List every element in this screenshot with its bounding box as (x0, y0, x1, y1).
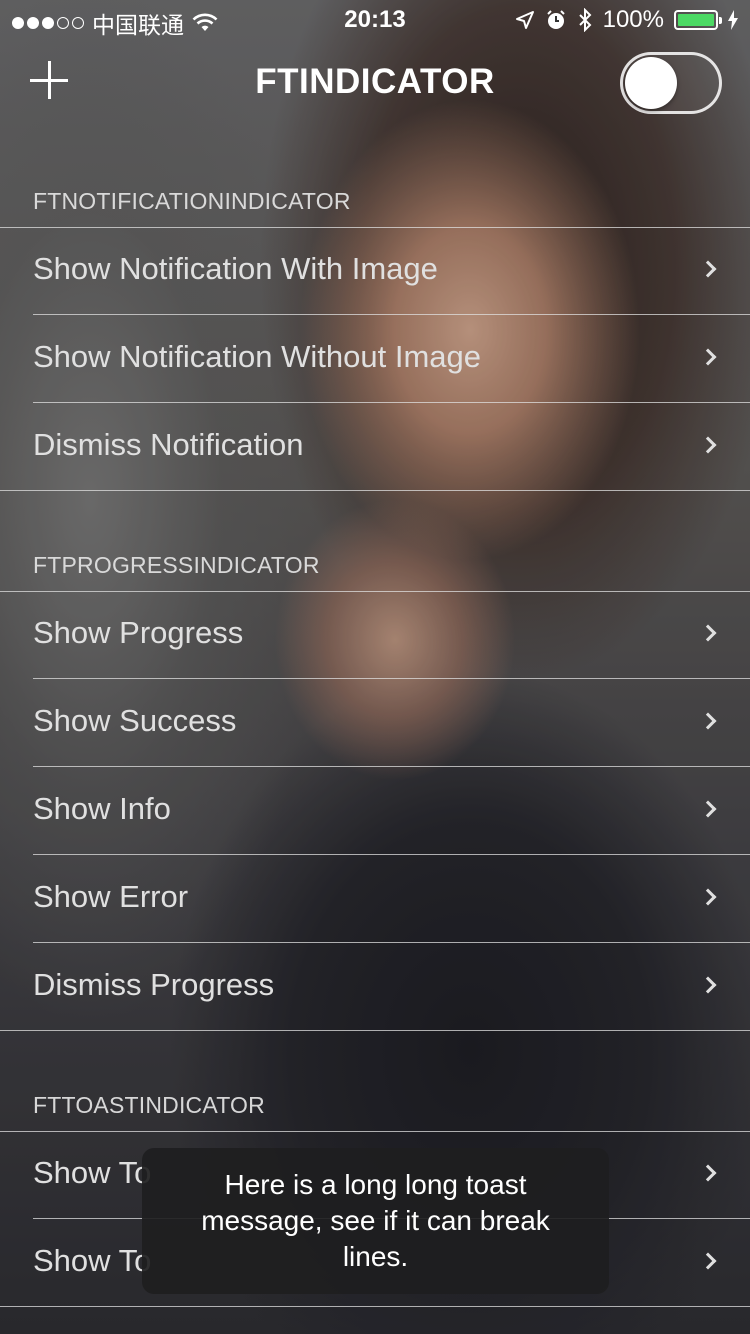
bluetooth-icon (578, 8, 592, 32)
row-show-info[interactable]: Show Info (0, 767, 750, 855)
row-label: Show Success (33, 703, 237, 738)
navigation-bar: FTINDICATOR (0, 40, 750, 128)
section-header-progress: FTPROGRESSINDICATOR (33, 552, 320, 578)
row-label: Show Progress (33, 615, 244, 650)
chevron-right-icon (699, 260, 717, 278)
status-bar: 中国联通 20:13 100% (0, 0, 750, 40)
section-header-notification: FTNOTIFICATIONINDICATOR (33, 188, 351, 214)
toast-popup: Here is a long long toast message, see i… (142, 1148, 609, 1294)
battery-icon (674, 10, 722, 30)
style-toggle-switch[interactable] (620, 52, 722, 114)
row-label: Show To (33, 1155, 152, 1190)
separator (0, 1030, 750, 1031)
row-dismiss-progress[interactable]: Dismiss Progress (0, 943, 750, 1031)
row-label: Show Info (33, 791, 171, 826)
battery-level (678, 14, 714, 26)
row-label: Show Notification Without Image (33, 339, 481, 374)
row-dismiss-notification[interactable]: Dismiss Notification (0, 403, 750, 491)
location-arrow-icon (515, 11, 534, 29)
chevron-right-icon (699, 712, 717, 730)
chevron-right-icon (699, 800, 717, 818)
alarm-clock-icon (546, 10, 565, 29)
separator (0, 490, 750, 491)
chevron-right-icon (699, 1164, 717, 1182)
row-label: Dismiss Notification (33, 427, 304, 462)
row-label: Show Notification With Image (33, 251, 438, 286)
app-screen: 中国联通 20:13 100% FTINDICATOR FTNOTIFICATI… (0, 0, 750, 1334)
row-show-notification-without-image[interactable]: Show Notification Without Image (0, 315, 750, 403)
section-header-toast: FTTOASTINDICATOR (33, 1092, 265, 1118)
chevron-right-icon (699, 888, 717, 906)
row-show-success[interactable]: Show Success (0, 679, 750, 767)
row-label: Show To (33, 1243, 152, 1278)
charging-bolt-icon (728, 10, 738, 30)
row-label: Show Error (33, 879, 189, 914)
toast-message: Here is a long long toast message, see i… (201, 1169, 550, 1272)
toggle-knob (625, 57, 677, 109)
chevron-right-icon (699, 436, 717, 454)
row-show-error[interactable]: Show Error (0, 855, 750, 943)
chevron-right-icon (699, 348, 717, 366)
row-show-progress[interactable]: Show Progress (0, 591, 750, 679)
row-label: Dismiss Progress (33, 967, 275, 1002)
chevron-right-icon (699, 624, 717, 642)
separator (0, 1306, 750, 1307)
chevron-right-icon (699, 976, 717, 994)
status-right: 100% (515, 6, 738, 34)
battery-percentage: 100% (602, 6, 664, 33)
chevron-right-icon (699, 1252, 717, 1270)
row-show-notification-with-image[interactable]: Show Notification With Image (0, 227, 750, 315)
